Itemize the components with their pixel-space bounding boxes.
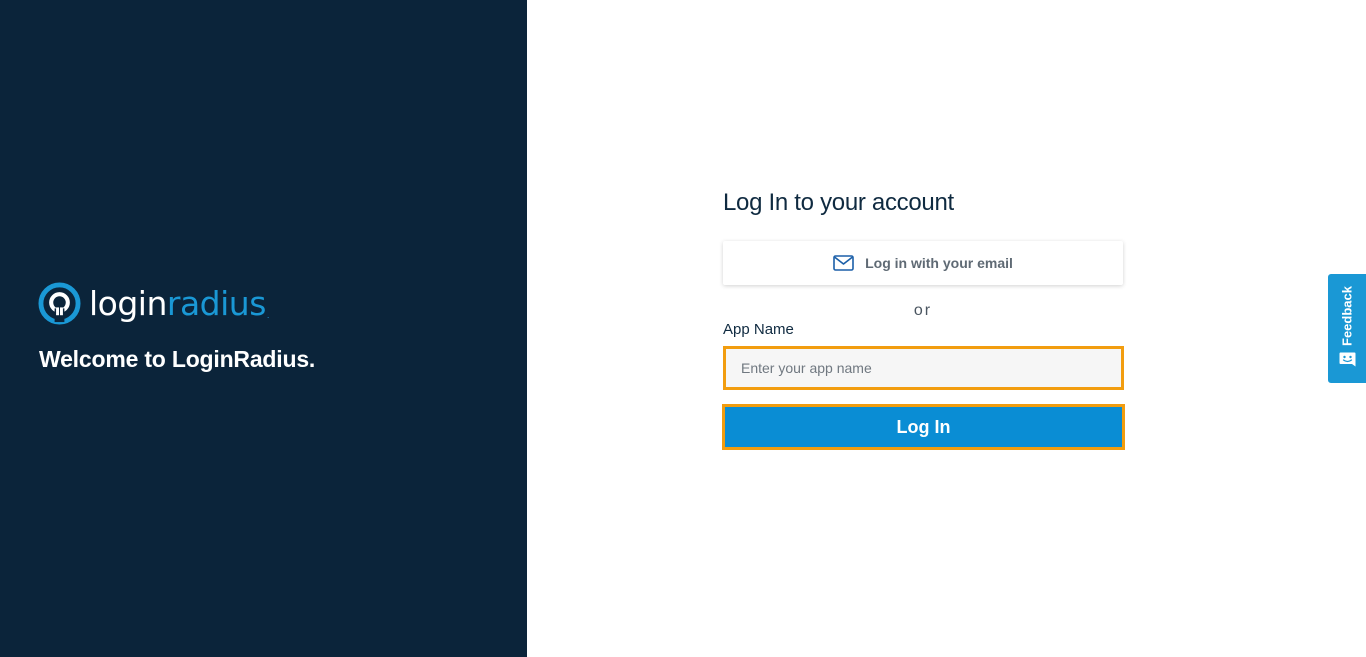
loginradius-logo-icon bbox=[38, 282, 81, 325]
logo-wordmark-radius: radius bbox=[166, 284, 267, 323]
logo-trademark-dot: . bbox=[266, 311, 270, 320]
welcome-heading: Welcome to LoginRadius. bbox=[39, 346, 316, 372]
logo-wordmark-login: login bbox=[89, 284, 167, 323]
logo-wordmark: loginradius. bbox=[89, 287, 269, 320]
login-with-email-label: Log in with your email bbox=[865, 255, 1013, 271]
login-button[interactable]: Log In bbox=[722, 404, 1125, 450]
smiley-chat-icon bbox=[1339, 352, 1356, 367]
feedback-label: Feedback bbox=[1339, 286, 1355, 346]
app-name-label: App Name bbox=[723, 321, 794, 338]
loginradius-logo: loginradius. bbox=[38, 282, 269, 325]
mail-icon bbox=[833, 255, 854, 271]
feedback-tab[interactable]: Feedback bbox=[1328, 274, 1366, 383]
brand-panel: loginradius. Welcome to LoginRadius. bbox=[0, 0, 527, 657]
or-divider: or bbox=[913, 302, 933, 319]
login-with-email-button[interactable]: Log in with your email bbox=[723, 241, 1123, 285]
app-name-input[interactable] bbox=[723, 346, 1124, 390]
login-form: Log In to your account Log in with your … bbox=[722, 186, 1125, 450]
page-title: Log In to your account bbox=[723, 189, 954, 216]
